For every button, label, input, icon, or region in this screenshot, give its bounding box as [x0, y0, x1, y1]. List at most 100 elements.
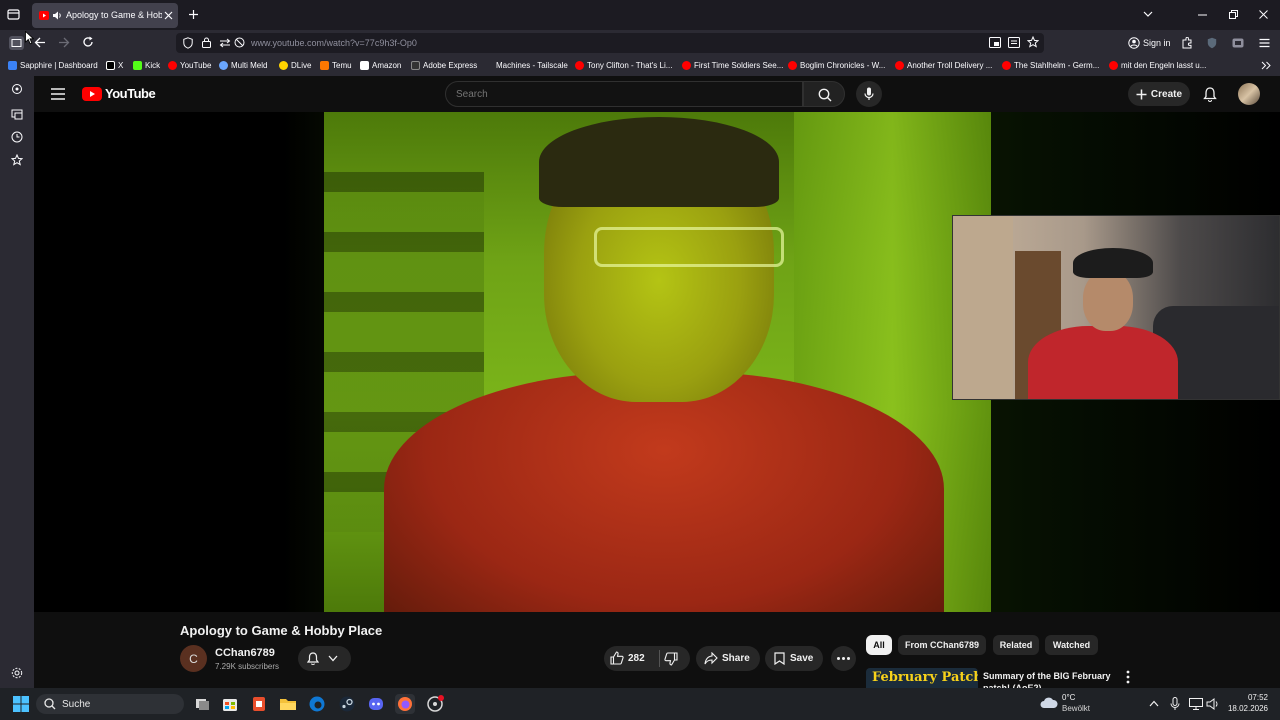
windows-start-icon[interactable] [13, 696, 29, 712]
bookmark-star-icon[interactable] [1027, 36, 1039, 48]
bookmark-item[interactable]: Tony Clifton - That's Li... [575, 61, 672, 70]
picture-in-picture-icon[interactable] [989, 37, 1001, 48]
sidebar-toggle-icon[interactable] [9, 36, 24, 50]
webcam-person-head [1083, 271, 1133, 331]
create-button[interactable]: Create [1128, 82, 1190, 106]
bookmark-item[interactable]: DLive [279, 61, 311, 70]
volume-speaker-icon[interactable] [1206, 698, 1220, 710]
youtube-wordmark: YouTube [105, 86, 156, 101]
browser-sidebar [0, 76, 34, 688]
app-menu-hamburger-icon[interactable] [1259, 38, 1270, 48]
bookmark-item[interactable]: Machines - Tailscale [484, 61, 568, 70]
url-text[interactable]: www.youtube.com/watch?v=77c9h3f-Op0 [251, 38, 417, 48]
recommendation-menu-icon[interactable] [1122, 669, 1134, 685]
share-button[interactable]: Share [696, 646, 760, 671]
more-actions-button[interactable] [831, 646, 856, 671]
account-icon[interactable] [1128, 37, 1140, 49]
video-frame[interactable] [324, 112, 991, 612]
like-divider [659, 650, 660, 667]
microphone-tray-icon[interactable] [1170, 697, 1180, 711]
voice-search-button[interactable] [856, 81, 882, 107]
sidebar-settings-gear-icon[interactable] [11, 667, 23, 679]
chip-from-channel[interactable]: From CChan6789 [898, 635, 986, 655]
edge-browser-icon[interactable] [307, 694, 327, 714]
browser-tab-active[interactable]: Apology to Game & Hobby Place [32, 3, 178, 28]
reader-view-icon[interactable] [1008, 37, 1020, 48]
search-button[interactable] [803, 81, 845, 107]
bookmark-item[interactable]: The Stahlhelm - Germ... [1002, 61, 1099, 70]
lock-icon[interactable] [202, 37, 211, 48]
ublock-shield-icon[interactable] [1207, 37, 1217, 49]
bookmark-item[interactable]: Amazon [360, 61, 401, 70]
autoplay-blocked-icon[interactable] [234, 37, 245, 48]
guide-menu-icon[interactable] [51, 88, 65, 100]
network-monitor-icon[interactable] [1189, 698, 1203, 710]
chip-all[interactable]: All [866, 635, 892, 655]
bookmark-item[interactable]: mit den Engeln lasst u... [1109, 61, 1206, 70]
notifications-bell-icon[interactable] [1203, 87, 1217, 102]
forward-arrow-icon[interactable] [58, 37, 70, 48]
tab-list-chevron-icon[interactable] [1143, 10, 1153, 18]
channel-avatar[interactable]: C [180, 645, 207, 672]
speaker-icon[interactable] [52, 11, 62, 20]
chip-related[interactable]: Related [993, 635, 1039, 655]
more-bookmarks-chevron-icon[interactable] [1261, 61, 1271, 70]
channel-name[interactable]: CChan6789 [215, 647, 275, 659]
like-button[interactable] [610, 651, 624, 665]
tab-overview-icon[interactable] [7, 8, 20, 21]
bookmarks-star-icon[interactable] [11, 154, 23, 166]
recommendation-thumbnail[interactable]: February Patch [866, 668, 978, 688]
bookmark-item[interactable]: Boglim Chronicles - W... [788, 61, 885, 70]
new-tab-icon[interactable] [188, 9, 199, 20]
microsoft-store-icon[interactable] [220, 694, 240, 714]
file-explorer-icon[interactable] [278, 694, 298, 714]
taskbar-search-box[interactable] [36, 694, 184, 714]
bookmark-item[interactable]: Sapphire | Dashboard [8, 61, 98, 70]
back-arrow-icon[interactable] [34, 37, 46, 48]
minimize-window-icon[interactable] [1198, 14, 1207, 16]
discord-icon[interactable] [366, 694, 386, 714]
permissions-icon[interactable] [219, 38, 231, 48]
search-input[interactable] [456, 87, 786, 101]
close-window-icon[interactable] [1259, 10, 1268, 19]
clock-time[interactable]: 07:52 [1230, 693, 1268, 702]
youtube-logo[interactable]: YouTube [82, 86, 156, 101]
steam-icon[interactable] [337, 694, 357, 714]
weather-cloud-icon[interactable] [1040, 696, 1058, 710]
obs-recording-icon[interactable] [425, 694, 445, 714]
taskbar-search-label[interactable]: Suche [62, 699, 90, 710]
search-box[interactable] [445, 81, 803, 107]
user-avatar[interactable] [1238, 83, 1260, 105]
chip-watched[interactable]: Watched [1045, 635, 1098, 655]
notification-settings-button[interactable] [298, 646, 351, 671]
tracking-protection-shield-icon[interactable] [183, 37, 193, 49]
clock-date[interactable]: 18.02.2026 [1222, 704, 1268, 713]
history-clock-icon[interactable] [11, 131, 23, 143]
save-button[interactable]: Save [765, 646, 823, 671]
recommendation-title[interactable]: Summary of the BIG February patch! (AoE2… [983, 670, 1113, 688]
container-extension-icon[interactable] [1232, 38, 1244, 48]
bookmark-item[interactable]: Another Troll Delivery ... [895, 61, 992, 70]
sign-in-link[interactable]: Sign in [1143, 38, 1171, 48]
task-view-icon[interactable] [192, 694, 212, 714]
bookmark-item[interactable]: Adobe Express [411, 61, 477, 70]
extensions-puzzle-icon[interactable] [1181, 37, 1193, 49]
firefox-icon[interactable] [395, 694, 415, 714]
office-app-icon[interactable] [249, 694, 269, 714]
ai-chatbot-icon[interactable] [11, 83, 23, 95]
reload-icon[interactable] [82, 36, 94, 48]
close-tab-icon[interactable] [164, 11, 173, 20]
weather-description[interactable]: Bewölkt [1062, 704, 1090, 713]
bookmark-item[interactable]: Kick [133, 61, 160, 70]
bookmark-item[interactable]: First Time Soldiers See... [682, 61, 783, 70]
show-hidden-icons-chevron-icon[interactable] [1149, 700, 1159, 707]
bookmark-item[interactable]: Multi Meld [219, 61, 267, 70]
restore-window-icon[interactable] [1229, 10, 1238, 19]
synced-tabs-icon[interactable] [11, 108, 23, 120]
dislike-button[interactable] [664, 652, 678, 666]
bookmark-item[interactable]: X [106, 61, 123, 70]
weather-temperature[interactable]: 0°C [1062, 693, 1075, 702]
like-count[interactable]: 282 [628, 653, 645, 664]
bookmark-item[interactable]: Temu [320, 61, 352, 70]
bookmark-item[interactable]: YouTube [168, 61, 211, 70]
